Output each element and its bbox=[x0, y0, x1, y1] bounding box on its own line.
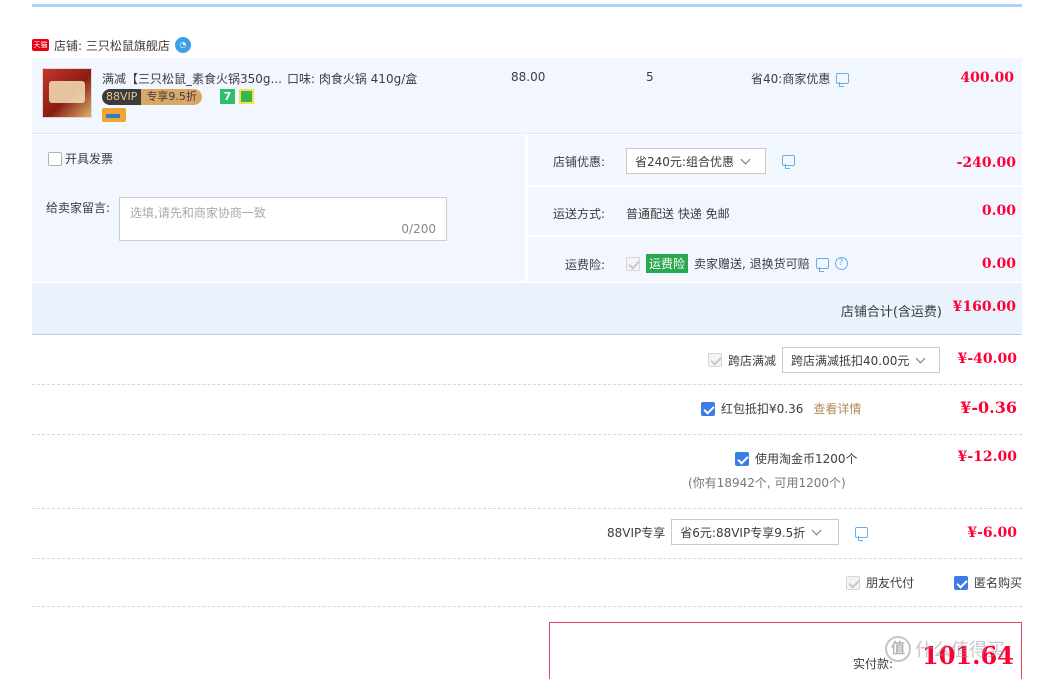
store-total-label: 店铺合计(含运费) bbox=[840, 305, 942, 320]
anonymous-label: 匿名购买 bbox=[974, 576, 1023, 590]
insurance-description: 卖家赠送, 退换货可赔 bbox=[694, 257, 810, 271]
insurance-checkbox bbox=[626, 256, 640, 271]
coin-label: 使用淘金币1200个 bbox=[755, 452, 858, 466]
vip-discount-label: 88VIP专享 bbox=[607, 525, 666, 540]
product-flavor: 口味: 肉食火锅 410g/盒 bbox=[287, 72, 418, 86]
seller-message-input[interactable]: 选填,请先和商家协商一致 0/200 bbox=[119, 197, 447, 241]
friend-pay-checkbox[interactable] bbox=[846, 575, 860, 590]
guarantee-badge-icon bbox=[239, 89, 254, 104]
cross-store-value: 跨店满减抵扣40.00元 bbox=[791, 353, 910, 368]
message-icon[interactable] bbox=[855, 526, 869, 541]
row-divider bbox=[528, 235, 1022, 237]
coin-option: 使用淘金币1200个 bbox=[735, 450, 858, 467]
cross-store-select[interactable]: 跨店满减抵扣40.00元 bbox=[782, 347, 941, 373]
store-discount-amount: -240.00 bbox=[956, 155, 1016, 171]
seller-message-placeholder: 选填,请先和商家协商一致 bbox=[130, 206, 266, 220]
vip-discount-value: 省6元:88VIP专享9.5折 bbox=[680, 525, 806, 540]
chevron-down-icon bbox=[740, 154, 751, 164]
item-promotion: 省40:商家优惠 bbox=[751, 70, 850, 87]
row-divider bbox=[528, 185, 1022, 187]
vip-tag-label: 88VIP bbox=[102, 89, 142, 105]
item-promotion-label: 省40:商家优惠 bbox=[751, 72, 831, 86]
unit-price: 88.00 bbox=[511, 70, 546, 84]
insurance-tag: 运费险 bbox=[646, 254, 689, 273]
vip-discount-amount: ¥-6.00 bbox=[967, 525, 1017, 541]
store-discount-label: 店铺优惠: bbox=[552, 155, 605, 169]
coin-note: (你有18942个, 可用1200个) bbox=[688, 476, 846, 490]
chevron-down-icon bbox=[811, 525, 822, 535]
red-packet-label: 红包抵扣¥0.36 bbox=[721, 402, 804, 416]
row-divider bbox=[32, 606, 1022, 607]
row-divider bbox=[32, 434, 1022, 435]
coin-amount: ¥-12.00 bbox=[957, 449, 1017, 465]
anonymous-option[interactable]: 匿名购买 bbox=[954, 574, 1022, 591]
help-icon[interactable]: ? bbox=[834, 257, 848, 270]
store-total-amount: ¥160.00 bbox=[952, 299, 1016, 315]
row-divider bbox=[32, 558, 1022, 559]
vip-discount-row: 88VIP专享 省6元:88VIP专享9.5折 bbox=[607, 519, 869, 545]
order-notes-panel: 开具发票 给卖家留言: 选填,请先和商家协商一致 0/200 bbox=[32, 135, 525, 281]
vip-discount-select[interactable]: 省6元:88VIP专享9.5折 bbox=[671, 519, 840, 545]
cart-item-row: 满减【三只松鼠_素食火锅350g... 88VIP 专享9.5折 7 口味: 肉… bbox=[32, 58, 1022, 134]
invoice-checkbox[interactable] bbox=[48, 151, 62, 166]
header-divider bbox=[32, 4, 1022, 7]
red-packet-option: 红包抵扣¥0.36 查看详情 bbox=[701, 400, 861, 417]
shipping-insurance: 运费险 卖家赠送, 退换货可赔 ? bbox=[626, 254, 848, 273]
product-thumbnail[interactable] bbox=[42, 68, 92, 118]
seller-message-counter: 0/200 bbox=[401, 222, 436, 236]
quantity: 5 bbox=[646, 70, 654, 84]
chevron-down-icon bbox=[915, 353, 926, 363]
friend-pay-option[interactable]: 朋友代付 bbox=[846, 574, 914, 591]
watermark: 值 什么值得买 bbox=[885, 636, 1005, 662]
shop-name[interactable]: 店铺: 三只松鼠旗舰店 bbox=[54, 37, 170, 54]
coin-checkbox[interactable] bbox=[735, 451, 749, 466]
vip-tag-discount: 专享9.5折 bbox=[141, 89, 202, 105]
store-total-bar: 店铺合计(含运费) ¥160.00 bbox=[32, 283, 1022, 335]
wangwang-chat-icon[interactable]: ◔ bbox=[174, 37, 191, 53]
row-divider bbox=[32, 384, 1022, 385]
insurance-amount: 0.00 bbox=[981, 256, 1016, 272]
vip-discount-tag: 88VIP 专享9.5折 bbox=[102, 89, 202, 105]
red-packet-checkbox[interactable] bbox=[701, 401, 715, 416]
cross-store-discount: 跨店满减 跨店满减抵扣40.00元 bbox=[708, 347, 941, 373]
shipping-amount: 0.00 bbox=[981, 203, 1016, 219]
insurance-label: 运费险: bbox=[564, 258, 605, 272]
anonymous-checkbox[interactable] bbox=[954, 575, 968, 590]
row-divider bbox=[32, 508, 1022, 509]
watermark-text: 什么值得买 bbox=[915, 640, 1005, 661]
shipping-method: 普通配送 快递 免邮 bbox=[626, 207, 730, 221]
cross-store-amount: ¥-40.00 bbox=[957, 351, 1017, 367]
friend-pay-label: 朋友代付 bbox=[866, 576, 915, 590]
seller-message-label: 给卖家留言: bbox=[46, 201, 111, 215]
shipping-label: 运送方式: bbox=[552, 207, 605, 221]
item-subtotal: 400.00 bbox=[960, 70, 1014, 86]
message-icon[interactable] bbox=[782, 155, 795, 169]
tmall-icon: 天猫 bbox=[32, 39, 49, 51]
red-packet-amount: ¥-0.36 bbox=[960, 398, 1017, 417]
cross-store-checkbox bbox=[708, 353, 722, 367]
message-icon[interactable] bbox=[815, 258, 829, 272]
view-details-link[interactable]: 查看详情 bbox=[813, 400, 861, 417]
message-icon[interactable] bbox=[836, 73, 850, 87]
watermark-logo-icon: 值 bbox=[885, 636, 911, 662]
invoice-label: 开具发票 bbox=[65, 152, 114, 166]
seven-day-return-icon: 7 bbox=[220, 89, 235, 104]
credit-card-icon bbox=[102, 108, 126, 122]
invoice-option[interactable]: 开具发票 bbox=[48, 150, 113, 167]
store-discount-value: 省240元:组合优惠 bbox=[635, 154, 734, 169]
store-order-options: 店铺优惠: 省240元:组合优惠 -240.00 运送方式: 普通配送 快递 免… bbox=[528, 135, 1022, 281]
shop-header: 天猫 店铺: 三只松鼠旗舰店 ◔ bbox=[32, 36, 191, 54]
cross-store-label: 跨店满减 bbox=[728, 353, 777, 368]
store-discount-select[interactable]: 省240元:组合优惠 bbox=[626, 148, 766, 174]
